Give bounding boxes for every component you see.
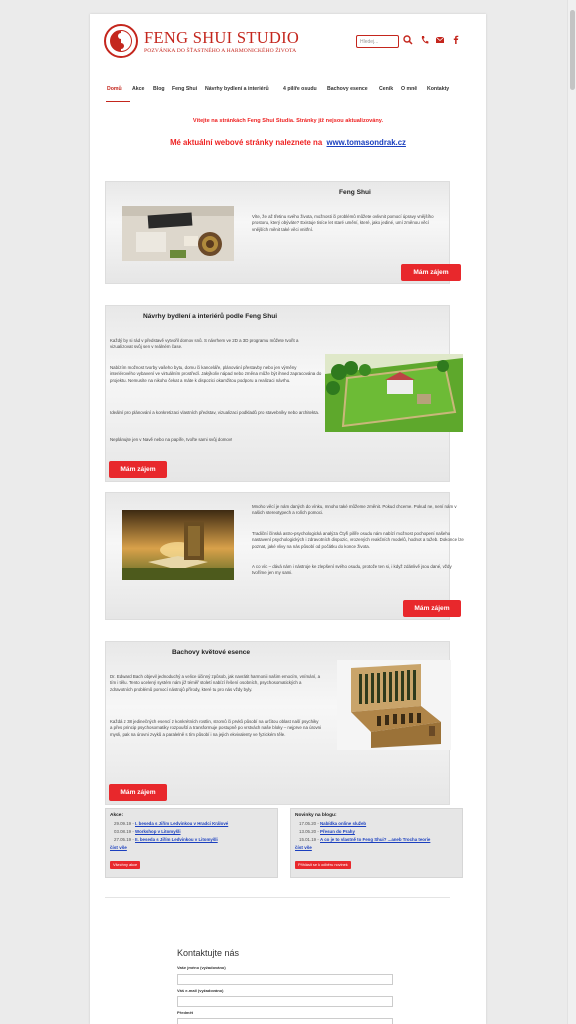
subject-label: Předmět [177,1010,194,1015]
subject-field[interactable] [177,1018,393,1024]
nav-item-o-mne[interactable]: O mně [401,86,427,92]
events-read-all-link[interactable]: číst vše [110,845,127,850]
brand-subtitle: POZVÁNKA DO ŠŤASTNÉHO A HARMONICKÉHO ŽIV… [144,47,297,54]
nav-item-cenik[interactable]: Ceník [379,86,401,92]
events-heading: Akce: [110,813,124,818]
nav-item-4-pilire[interactable]: 4 pilíře osudu [283,86,327,92]
yin-yang-logo-icon [104,24,138,58]
feng-shui-desk-image [122,206,234,261]
section-text-p3: Ideální pro plánování a konkretizaci vla… [110,410,320,415]
nav-active-indicator [106,101,130,103]
section-title: Feng Shui [339,189,371,196]
page-scrollbar[interactable] [567,0,576,1024]
book-sunset-image [122,510,234,580]
blog-heading: Novinky na blogu: [295,813,337,818]
nav-item-feng-shui[interactable]: Feng Shui [172,86,205,92]
event-link[interactable]: Workshop v Litomyšli [135,829,181,834]
nav-item-kontakty[interactable]: Kontakty [427,86,457,92]
nav-item-blog[interactable]: Blog [153,86,172,92]
house-3d-render-image [325,354,463,432]
section-text-p4: Neplánujte jen v Navě nebo na papíře, tv… [110,437,233,442]
search-icon[interactable] [403,34,413,50]
section-text: Víte, že až třetinu svého života, možnos… [252,214,434,232]
section-navrhy: Návrhy bydlení a interiérů podle Feng Sh… [105,305,463,482]
name-label: Vaše jméno (vyžadováno) [177,965,226,970]
facebook-icon[interactable] [452,34,460,50]
events-box: Akce: 29.09.19 - I. beseda s Jiřím Ledvi… [105,808,278,878]
blog-read-all-link[interactable]: číst vše [295,845,312,850]
notice-line2: Mé aktuální webové stránky naleznete na … [170,138,406,147]
bach-remedies-box-image [337,660,451,750]
nav-item-navrhy[interactable]: Návrhy bydlení a interiérů [205,86,283,92]
blog-item: 15.01.19 - A co je to vlastně to Feng Sh… [299,837,431,842]
section-text-p2: Nabízím možnost tvorby vašeho bytu, domu… [110,365,322,383]
section-4-pilire: Mnoho věcí je nám daných do vínku, mnoho… [105,492,464,620]
name-field[interactable] [177,974,393,985]
section-bachovy-esence: Bachovy květové esence Dr. Edward Bach o… [105,641,451,805]
section-text-p1: Každý by si rád v představě vytvořil dom… [110,338,299,350]
logo[interactable]: FENG SHUI STUDIO POZVÁNKA DO ŠŤASTNÉHO A… [104,24,299,58]
section-text-p1: Mnoho věcí je nám daných do vínku, mnoho… [252,504,457,516]
section-text-p2: Každá z 38 jedinečných esencí z konkrétn… [110,719,322,737]
email-label: Váš e-mail (vyžadováno) [177,988,224,993]
blog-link[interactable]: Přesun do Prahy [320,829,355,834]
section-text-p2: Tradiční čínská astro-psychologická anal… [252,531,464,549]
subscribe-news-button[interactable]: Přihlásit se k odběru novinek [295,861,351,869]
brand-title: FENG SHUI STUDIO [144,27,300,47]
nav-item-bachovy-esence[interactable]: Bachovy esence [327,86,379,92]
event-item: 29.09.19 - I. beseda s Jiřím Ledvinkou v… [114,821,229,826]
search-input[interactable]: Hledej... [356,35,399,48]
main-nav: Domů Akce Blog Feng Shui Návrhy bydlení … [107,86,457,92]
mam-zajem-button[interactable]: Mám zájem [109,784,167,801]
blog-link[interactable]: A co je to vlastně to Feng Shui? ...aneb… [320,837,430,842]
nav-item-domu[interactable]: Domů [107,86,132,92]
blog-link[interactable]: Nabídka online služeb [320,821,366,826]
blog-item: 17.05.20 - Nabídka online služeb [299,821,367,826]
divider [105,897,450,898]
mam-zajem-button[interactable]: Mám zájem [401,264,461,281]
section-text-p1: Dr. Edward Bach objevil jednoduchý a vel… [110,674,321,692]
contact-title: Kontaktujte nás [177,948,240,958]
mam-zajem-button[interactable]: Mám zájem [403,600,461,617]
event-item: 27.05.19 - II. beseda s Jiřím Ledvinkou … [114,837,218,842]
nav-item-akce[interactable]: Akce [132,86,153,92]
page: FENG SHUI STUDIO POZVÁNKA DO ŠŤASTNÉHO A… [90,14,486,1024]
section-feng-shui: Feng Shui Víte, že až třetinu svého živo… [105,181,461,284]
event-link[interactable]: I. beseda s Jiřím Ledvinkou v Hradci Krá… [135,821,228,826]
blog-item: 13.05.20 - Přesun do Prahy [299,829,355,834]
event-link[interactable]: II. beseda s Jiřím Ledvinkou v Litomyšli [135,837,218,842]
section-text-p3: A co víc – dává nám i nástroje ke zlepše… [252,564,452,576]
email-field[interactable] [177,996,393,1007]
tomasondrak-link[interactable]: www.tomasondrak.cz [327,138,406,147]
phone-icon[interactable] [420,34,429,50]
section-title: Návrhy bydlení a interiérů podle Feng Sh… [143,313,278,320]
section-title: Bachovy květové esence [172,649,251,656]
all-events-button[interactable]: Všechny akce [110,861,141,869]
mam-zajem-button[interactable]: Mám zájem [109,461,167,478]
notice-line1: Vítejte na stránkách Feng Shui Studia. S… [192,118,384,124]
email-icon[interactable] [435,34,445,50]
scrollbar-thumb[interactable] [570,10,575,90]
blog-box: Novinky na blogu: 17.05.20 - Nabídka onl… [290,808,463,878]
event-item: 03.08.19 - Workshop v Litomyšli [114,829,181,834]
